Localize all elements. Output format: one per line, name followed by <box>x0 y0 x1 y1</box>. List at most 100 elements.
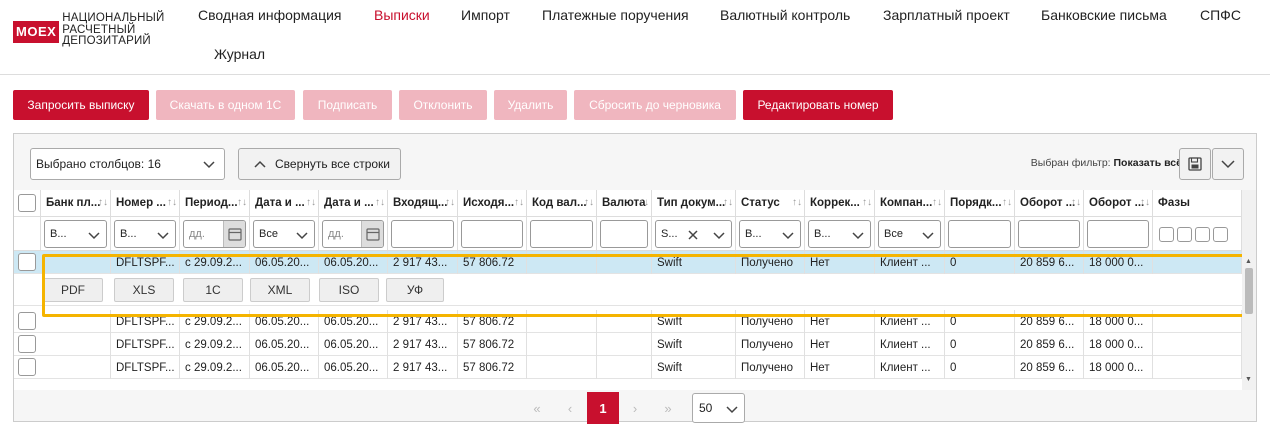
header-bank[interactable]: Банк пл... ↑↓ <box>41 190 111 217</box>
cell-date1: 06.05.20... <box>250 356 319 379</box>
bank-filter[interactable]: В... <box>44 220 107 248</box>
phases-filter-cell <box>1153 217 1242 251</box>
outgoing-filter[interactable] <box>461 220 523 248</box>
phase-checkbox[interactable] <box>1213 227 1228 242</box>
header-number[interactable]: Номер ... ↑↓ <box>111 190 180 217</box>
phase-checkbox[interactable] <box>1159 227 1174 242</box>
table-row[interactable]: DFLTSPF... с 29.09.2... 06.05.20... 06.05.2… <box>14 310 1242 333</box>
nav-item-statements[interactable]: Выписки <box>374 7 430 23</box>
nav-item-import[interactable]: Импорт <box>461 7 510 23</box>
statements-grid: Выбрано столбцов: 16 Свернуть все строки… <box>13 133 1257 424</box>
export-pdf-button[interactable]: PDF <box>43 278 103 302</box>
header-date2[interactable]: Дата и ... ↑↓ <box>319 190 388 217</box>
request-statement-button[interactable]: Запросить выписку <box>13 90 149 120</box>
cell-outgoing: 57 806.72 <box>458 356 527 379</box>
header-doc-type[interactable]: Тип докум... ↑↓ <box>652 190 736 217</box>
phase-checkbox[interactable] <box>1177 227 1192 242</box>
export-iso-button[interactable]: ISO <box>319 278 379 302</box>
nav-item-journal[interactable]: Журнал <box>214 46 265 62</box>
delete-button[interactable]: Удалить <box>494 90 567 120</box>
number-filter[interactable]: В... <box>114 220 176 248</box>
sort-icon: ↑↓ <box>584 197 594 208</box>
nav-item-spfs[interactable]: СПФС <box>1200 7 1241 23</box>
page-1-button[interactable]: 1 <box>587 392 619 424</box>
table-row[interactable]: DFLTSPF... с 29.09.2... 06.05.20... 06.05.2… <box>14 333 1242 356</box>
currency-filter[interactable] <box>600 220 648 248</box>
cell-date2: 06.05.20... <box>319 251 388 274</box>
header-turnover2[interactable]: Оборот ... ↑↓ <box>1084 190 1153 217</box>
phase-checkbox[interactable] <box>1195 227 1210 242</box>
export-xml-button[interactable]: XML <box>250 278 310 302</box>
first-page-button[interactable]: « <box>524 395 550 421</box>
turnover2-filter[interactable] <box>1087 220 1149 248</box>
currency-code-filter[interactable] <box>530 220 593 248</box>
header-period[interactable]: Период... ↑↓ <box>180 190 250 217</box>
scroll-up-icon[interactable]: ▲ <box>1245 258 1252 265</box>
date1-filter[interactable]: Все <box>253 220 315 248</box>
clear-icon[interactable] <box>686 228 700 242</box>
company-filter[interactable]: Все <box>878 220 941 248</box>
logo[interactable]: MOEX НАЦИОНАЛЬНЫЙ РАСЧЕТНЫЙ ДЕПОЗИТАРИЙ <box>13 12 164 48</box>
header-currency[interactable]: Валюта ↑↓ <box>597 190 652 217</box>
download-1c-button[interactable]: Скачать в одном 1С <box>156 90 295 120</box>
filter-cell <box>1015 217 1084 251</box>
row-checkbox[interactable] <box>18 358 36 376</box>
period-filter[interactable]: дд. <box>183 220 246 248</box>
row-checkbox[interactable] <box>18 253 36 271</box>
header-turnover1[interactable]: Оборот ... ↑↓ <box>1015 190 1084 217</box>
header-order[interactable]: Порядк... ↑↓ <box>945 190 1015 217</box>
nav-item-salary-project[interactable]: Зарплатный проект <box>883 7 1010 23</box>
more-options-button[interactable] <box>1212 148 1244 180</box>
export-xls-button[interactable]: XLS <box>114 278 174 302</box>
header-label: Компан... <box>880 197 933 209</box>
cell-company: Клиент ... <box>875 251 945 274</box>
prev-page-button[interactable]: ‹ <box>557 395 583 421</box>
header-currency-code[interactable]: Код вал... ↑↓ <box>527 190 597 217</box>
next-page-button[interactable]: › <box>622 395 648 421</box>
nav-item-bank-letters[interactable]: Банковские письма <box>1041 7 1167 23</box>
scroll-down-icon[interactable]: ▼ <box>1245 376 1252 383</box>
export-uf-button[interactable]: УФ <box>386 278 444 302</box>
sort-icon: ↑↓ <box>514 197 524 208</box>
sign-button[interactable]: Подписать <box>303 90 392 120</box>
edit-number-button[interactable]: Редактировать номер <box>743 90 893 120</box>
table-row[interactable]: DFLTSPF... с 29.09.2... 06.05.20... 06.05.2… <box>14 356 1242 379</box>
incoming-filter[interactable] <box>391 220 454 248</box>
header-status[interactable]: Статус ↑↓ <box>736 190 805 217</box>
correction-filter[interactable]: В... <box>808 220 871 248</box>
row-checkbox[interactable] <box>18 335 36 353</box>
turnover1-filter[interactable] <box>1018 220 1080 248</box>
scroll-thumb[interactable] <box>1245 268 1253 314</box>
last-page-button[interactable]: » <box>655 395 681 421</box>
reject-button[interactable]: Отклонить <box>399 90 487 120</box>
select-all-checkbox[interactable] <box>18 194 36 212</box>
reset-draft-button[interactable]: Сбросить до черновика <box>574 90 736 120</box>
table-row[interactable]: DFLTSPF... с 29.09.2... 06.05.20... 06.05.2… <box>14 251 1242 274</box>
doc-type-filter[interactable]: S... <box>655 220 732 248</box>
save-settings-button[interactable] <box>1179 148 1211 180</box>
page-size-select[interactable]: 50 <box>692 393 745 423</box>
collapse-all-button[interactable]: Свернуть все строки <box>238 148 401 180</box>
status-filter[interactable]: В... <box>739 220 801 248</box>
cell-doc-type: Swift <box>652 251 736 274</box>
order-filter[interactable] <box>948 220 1011 248</box>
header-date1[interactable]: Дата и ... ↑↓ <box>250 190 319 217</box>
row-checkbox[interactable] <box>18 312 36 330</box>
calendar-button[interactable] <box>223 221 245 247</box>
nav-item-currency-control[interactable]: Валютный контроль <box>720 7 850 23</box>
filter-cell: Все <box>875 217 945 251</box>
header-outgoing[interactable]: Исходя... ↑↓ <box>458 190 527 217</box>
vertical-scrollbar[interactable]: ▲ ▼ <box>1242 190 1256 390</box>
header-correction[interactable]: Коррек... ↑↓ <box>805 190 875 217</box>
date2-filter[interactable]: дд. <box>322 220 384 248</box>
nav-item-payment-orders[interactable]: Платежные поручения <box>542 7 689 23</box>
sort-icon: ↑↓ <box>932 197 942 208</box>
header-incoming[interactable]: Входящ... ↑↓ <box>388 190 458 217</box>
cell-phases <box>1153 356 1242 379</box>
chevron-down-icon <box>782 232 794 240</box>
columns-select[interactable]: Выбрано столбцов: 16 <box>30 148 225 180</box>
nav-item-summary[interactable]: Сводная информация <box>198 7 342 23</box>
header-company[interactable]: Компан... ↑↓ <box>875 190 945 217</box>
export-1c-button[interactable]: 1С <box>183 278 243 302</box>
calendar-button[interactable] <box>361 221 383 247</box>
